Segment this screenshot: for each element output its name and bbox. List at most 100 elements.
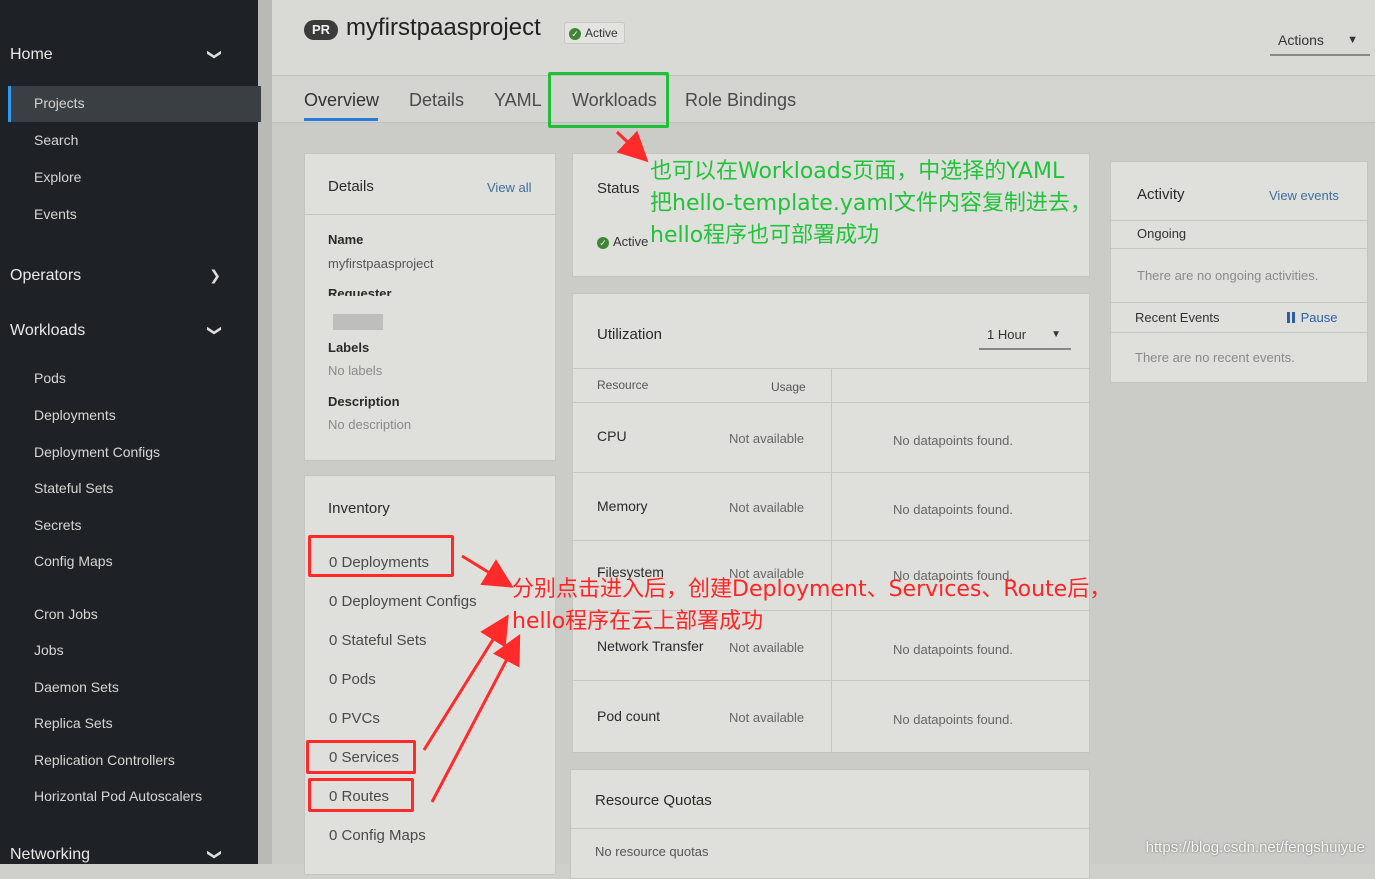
sidebar-item-deployment-configs[interactable]: Deployment Configs [34, 444, 160, 460]
inventory-deployment-configs-link[interactable]: 0 Deployment Configs [329, 593, 477, 610]
tab-overview[interactable]: Overview [304, 90, 379, 111]
sidebar-scrollbar[interactable] [258, 0, 272, 864]
resource-quotas-value: No resource quotas [595, 844, 709, 859]
utilization-row-usage: Not available [729, 640, 805, 655]
utilization-row-chart: No datapoints found. [893, 642, 1013, 657]
requester-value-blurred [333, 314, 383, 330]
main-content: PR myfirstpaasproject ✓ Active Actions ▼ … [272, 0, 1375, 879]
activity-card: Activity View events Ongoing There are n… [1110, 161, 1368, 383]
status-card-title: Status [597, 180, 640, 197]
utilization-row-chart: No datapoints found. [893, 502, 1013, 517]
page-header: PR myfirstpaasproject ✓ Active Actions ▼ [272, 0, 1375, 76]
sidebar-item-cron-jobs[interactable]: Cron Jobs [34, 606, 98, 622]
description-label: Description [328, 394, 400, 409]
utilization-row-chart: No datapoints found. [893, 433, 1013, 448]
annotation-note-red: 分别点击进入后，创建Deployment、Services、Route后， he… [512, 574, 1111, 638]
check-circle-icon: ✓ [597, 236, 609, 249]
tab-yaml[interactable]: YAML [494, 90, 542, 111]
status-value-label: Active [613, 234, 649, 249]
chevron-down-icon: ❯ [207, 324, 224, 337]
time-range-label: 1 Hour [987, 327, 1027, 342]
annotation-line: 分别点击进入后，创建Deployment、Services、Route后， [512, 577, 1112, 602]
sidebar-item-replication-controllers[interactable]: Replication Controllers [34, 752, 175, 768]
recent-events-label: Recent Events [1135, 310, 1220, 325]
name-value: myfirstpaasproject [328, 256, 434, 271]
view-events-link[interactable]: View events [1269, 188, 1339, 203]
name-label: Name [328, 232, 364, 247]
sidebar-item-events[interactable]: Events [34, 206, 77, 222]
divider [1111, 220, 1367, 221]
page-title: myfirstpaasproject [346, 14, 541, 41]
time-range-dropdown[interactable]: 1 Hour ▼ [979, 322, 1071, 350]
divider [1111, 332, 1367, 333]
sidebar-item-config-maps[interactable]: Config Maps [34, 553, 113, 569]
sidebar-section-home[interactable]: Home ❯ [10, 46, 235, 64]
project-badge: PR [304, 20, 338, 40]
annotation-line: 把hello-template.yaml文件内容复制进去， [650, 191, 1092, 216]
inventory-pods-link[interactable]: 0 Pods [329, 671, 376, 688]
divider [305, 214, 555, 215]
sidebar-item-secrets[interactable]: Secrets [34, 517, 81, 533]
column-header-resource: Resource [597, 378, 649, 392]
divider [573, 402, 1089, 403]
tab-bar: Overview Details YAML Workloads Role Bin… [272, 76, 1375, 123]
divider [573, 540, 1089, 541]
utilization-row-label: CPU [597, 428, 627, 444]
pause-icon [1287, 310, 1297, 325]
details-card-title: Details [328, 178, 374, 195]
tab-role-bindings[interactable]: Role Bindings [685, 90, 796, 111]
divider [1111, 302, 1367, 303]
sidebar-section-workloads[interactable]: Workloads ❯ [10, 322, 235, 340]
sidebar-section-label: Operators [10, 267, 82, 284]
utilization-row-label: Network Transfer [597, 638, 704, 654]
sidebar-nav: Home ❯ Projects Search Explore Events Op… [0, 0, 272, 864]
inventory-pvcs-link[interactable]: 0 PVCs [329, 710, 380, 727]
ongoing-empty-text: There are no ongoing activities. [1137, 268, 1319, 283]
recent-events-empty-text: There are no recent events. [1135, 350, 1295, 365]
utilization-row-usage: Not available [729, 710, 805, 725]
annotation-box-services [306, 740, 416, 774]
annotation-box-deployments [308, 535, 454, 577]
sidebar-item-replica-sets[interactable]: Replica Sets [34, 715, 113, 731]
sidebar-item-explore[interactable]: Explore [34, 169, 81, 185]
utilization-row-label: Memory [597, 498, 648, 514]
sidebar-section-label: Workloads [10, 322, 86, 339]
pause-label: Pause [1300, 310, 1338, 325]
sidebar-item-pods[interactable]: Pods [34, 370, 66, 386]
sidebar-section-operators[interactable]: Operators ❯ [10, 267, 235, 285]
sidebar-item-deployments[interactable]: Deployments [34, 407, 116, 423]
sidebar-item-search[interactable]: Search [34, 132, 78, 148]
column-divider [831, 368, 832, 752]
divider [573, 680, 1089, 681]
resource-quotas-card: Resource Quotas No resource quotas [570, 769, 1090, 879]
utilization-card-title: Utilization [597, 326, 663, 343]
actions-label: Actions [1278, 32, 1324, 48]
inventory-stateful-sets-link[interactable]: 0 Stateful Sets [329, 632, 427, 649]
active-tab-indicator [304, 118, 378, 121]
sidebar-section-networking[interactable]: Networking ❯ [10, 846, 235, 864]
caret-down-icon: ▼ [1347, 34, 1358, 46]
column-header-usage: Usage [771, 380, 806, 394]
inventory-config-maps-link[interactable]: 0 Config Maps [329, 827, 426, 844]
utilization-row-label: Pod count [597, 708, 661, 724]
chevron-right-icon: ❯ [209, 267, 221, 283]
sidebar-item-daemon-sets[interactable]: Daemon Sets [34, 679, 119, 695]
labels-label: Labels [328, 340, 370, 355]
watermark-url: https://blog.csdn.net/fengshuiyue [1145, 839, 1365, 856]
annotation-note-green: 也可以在Workloads页面，中选择的YAML 把hello-template… [650, 156, 1092, 252]
sidebar-item-horizontal-pod-autoscalers[interactable]: Horizontal Pod Autoscalers [34, 788, 202, 804]
tab-details[interactable]: Details [409, 90, 464, 111]
view-all-link[interactable]: View all [487, 180, 532, 195]
sidebar-section-label: Networking [10, 846, 91, 863]
sidebar-section-label: Home [10, 46, 53, 63]
annotation-line: hello程序也可部署成功 [650, 223, 880, 248]
pause-button[interactable]: Pause [1287, 310, 1338, 325]
annotation-line: hello程序在云上部署成功 [512, 609, 764, 634]
sidebar-item-stateful-sets[interactable]: Stateful Sets [34, 480, 113, 496]
utilization-row-usage: Not available [729, 431, 805, 446]
actions-dropdown[interactable]: Actions ▼ [1270, 28, 1370, 56]
activity-card-title: Activity [1137, 186, 1185, 203]
divider [1111, 248, 1367, 249]
sidebar-item-projects[interactable]: Projects [34, 95, 85, 111]
sidebar-item-jobs[interactable]: Jobs [34, 642, 64, 658]
